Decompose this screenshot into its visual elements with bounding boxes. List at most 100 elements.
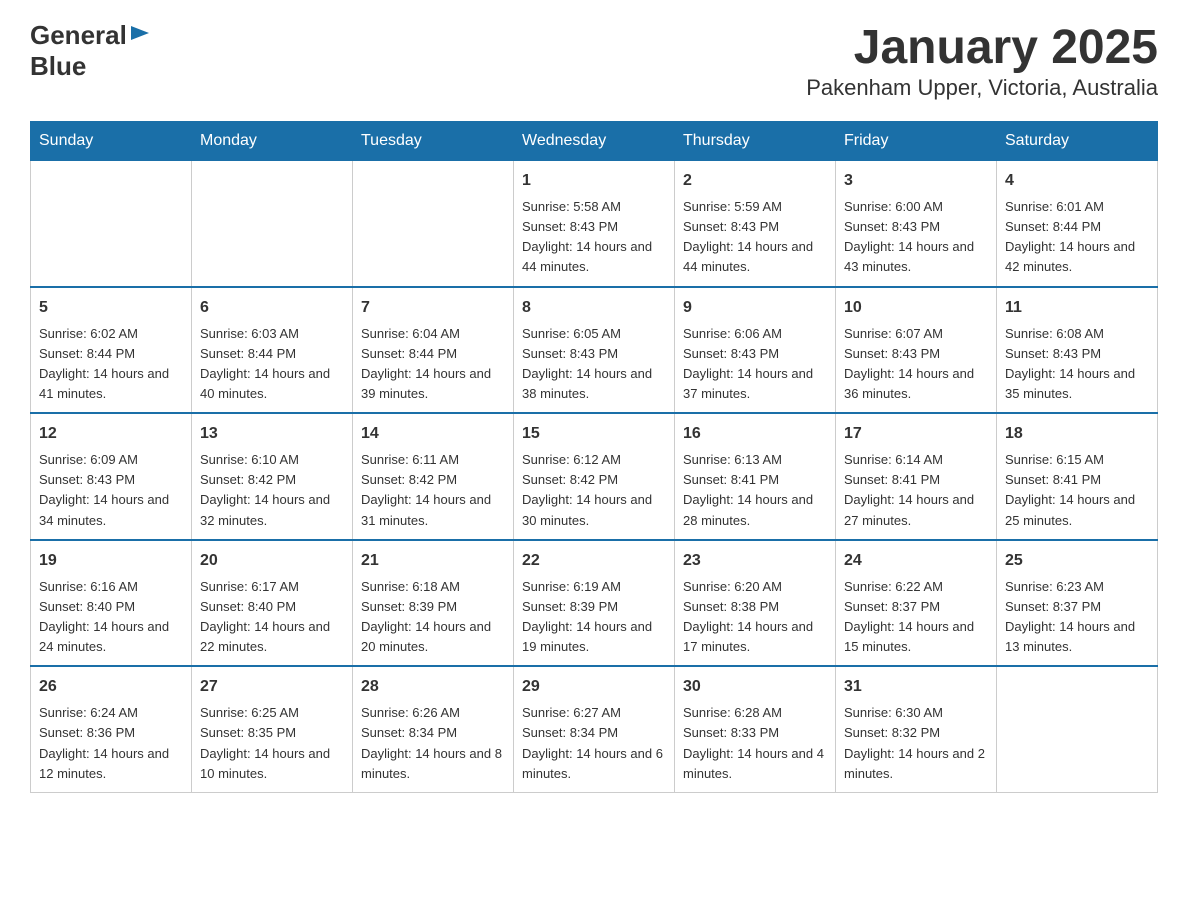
calendar-cell: 17 Sunrise: 6:14 AMSunset: 8:41 PMDayligh…	[836, 413, 997, 540]
header-row: SundayMondayTuesdayWednesdayThursdayFrid…	[31, 122, 1158, 161]
day-number: 19	[39, 549, 183, 573]
calendar-cell: 12 Sunrise: 6:09 AMSunset: 8:43 PMDayligh…	[31, 413, 192, 540]
day-number: 22	[522, 549, 666, 573]
day-number: 14	[361, 422, 505, 446]
day-info: Sunrise: 6:13 AMSunset: 8:41 PMDaylight:…	[683, 452, 813, 527]
day-number: 2	[683, 169, 827, 193]
day-number: 17	[844, 422, 988, 446]
day-info: Sunrise: 6:24 AMSunset: 8:36 PMDaylight:…	[39, 705, 169, 780]
header-cell-sunday: Sunday	[31, 122, 192, 161]
day-info: Sunrise: 6:00 AMSunset: 8:43 PMDaylight:…	[844, 199, 974, 274]
calendar-cell: 10 Sunrise: 6:07 AMSunset: 8:43 PMDayligh…	[836, 287, 997, 414]
day-info: Sunrise: 6:03 AMSunset: 8:44 PMDaylight:…	[200, 326, 330, 401]
calendar-cell: 14 Sunrise: 6:11 AMSunset: 8:42 PMDayligh…	[353, 413, 514, 540]
day-info: Sunrise: 6:20 AMSunset: 8:38 PMDaylight:…	[683, 579, 813, 654]
day-number: 4	[1005, 169, 1149, 193]
day-info: Sunrise: 5:59 AMSunset: 8:43 PMDaylight:…	[683, 199, 813, 274]
calendar-cell: 15 Sunrise: 6:12 AMSunset: 8:42 PMDayligh…	[514, 413, 675, 540]
week-row-4: 19 Sunrise: 6:16 AMSunset: 8:40 PMDayligh…	[31, 540, 1158, 667]
day-number: 29	[522, 675, 666, 699]
calendar-cell: 31Sunrise: 6:30 AMSunset: 8:32 PMDayligh…	[836, 666, 997, 792]
day-number: 3	[844, 169, 988, 193]
day-info: Sunrise: 6:16 AMSunset: 8:40 PMDaylight:…	[39, 579, 169, 654]
logo-general: General	[30, 20, 127, 51]
week-row-1: 1 Sunrise: 5:58 AMSunset: 8:43 PMDaylight…	[31, 161, 1158, 287]
day-info: Sunrise: 6:02 AMSunset: 8:44 PMDaylight:…	[39, 326, 169, 401]
calendar-cell: 7Sunrise: 6:04 AMSunset: 8:44 PMDaylight…	[353, 287, 514, 414]
day-info: Sunrise: 6:06 AMSunset: 8:43 PMDaylight:…	[683, 326, 813, 401]
day-number: 13	[200, 422, 344, 446]
day-info: Sunrise: 6:14 AMSunset: 8:41 PMDaylight:…	[844, 452, 974, 527]
day-info: Sunrise: 6:18 AMSunset: 8:39 PMDaylight:…	[361, 579, 491, 654]
day-info: Sunrise: 6:25 AMSunset: 8:35 PMDaylight:…	[200, 705, 330, 780]
calendar-cell: 20Sunrise: 6:17 AMSunset: 8:40 PMDayligh…	[192, 540, 353, 667]
day-number: 10	[844, 296, 988, 320]
calendar-cell	[997, 666, 1158, 792]
day-number: 31	[844, 675, 988, 699]
day-number: 23	[683, 549, 827, 573]
calendar-body: 1 Sunrise: 5:58 AMSunset: 8:43 PMDaylight…	[31, 161, 1158, 793]
title-block: January 2025 Pakenham Upper, Victoria, A…	[806, 20, 1158, 101]
day-info: Sunrise: 6:10 AMSunset: 8:42 PMDaylight:…	[200, 452, 330, 527]
day-number: 30	[683, 675, 827, 699]
header-cell-tuesday: Tuesday	[353, 122, 514, 161]
page-header: General Blue January 2025 Pakenham Upper…	[30, 20, 1158, 101]
calendar-cell: 27Sunrise: 6:25 AMSunset: 8:35 PMDayligh…	[192, 666, 353, 792]
day-info: Sunrise: 6:08 AMSunset: 8:43 PMDaylight:…	[1005, 326, 1135, 401]
day-number: 24	[844, 549, 988, 573]
day-number: 15	[522, 422, 666, 446]
header-cell-monday: Monday	[192, 122, 353, 161]
day-info: Sunrise: 6:12 AMSunset: 8:42 PMDaylight:…	[522, 452, 652, 527]
calendar-cell: 2 Sunrise: 5:59 AMSunset: 8:43 PMDaylight…	[675, 161, 836, 287]
calendar-cell: 3 Sunrise: 6:00 AMSunset: 8:43 PMDaylight…	[836, 161, 997, 287]
calendar-cell: 13 Sunrise: 6:10 AMSunset: 8:42 PMDayligh…	[192, 413, 353, 540]
day-number: 21	[361, 549, 505, 573]
calendar-cell: 18Sunrise: 6:15 AMSunset: 8:41 PMDayligh…	[997, 413, 1158, 540]
day-number: 12	[39, 422, 183, 446]
day-info: Sunrise: 6:28 AMSunset: 8:33 PMDaylight:…	[683, 705, 824, 780]
day-info: Sunrise: 5:58 AMSunset: 8:43 PMDaylight:…	[522, 199, 652, 274]
header-cell-friday: Friday	[836, 122, 997, 161]
day-info: Sunrise: 6:26 AMSunset: 8:34 PMDaylight:…	[361, 705, 502, 780]
day-info: Sunrise: 6:23 AMSunset: 8:37 PMDaylight:…	[1005, 579, 1135, 654]
header-cell-thursday: Thursday	[675, 122, 836, 161]
calendar-cell: 16 Sunrise: 6:13 AMSunset: 8:41 PMDayligh…	[675, 413, 836, 540]
day-info: Sunrise: 6:15 AMSunset: 8:41 PMDaylight:…	[1005, 452, 1135, 527]
calendar-cell	[31, 161, 192, 287]
page-subtitle: Pakenham Upper, Victoria, Australia	[806, 75, 1158, 101]
logo-blue: Blue	[30, 51, 86, 81]
calendar-cell: 30 Sunrise: 6:28 AMSunset: 8:33 PMDayligh…	[675, 666, 836, 792]
calendar-cell: 22Sunrise: 6:19 AMSunset: 8:39 PMDayligh…	[514, 540, 675, 667]
day-number: 5	[39, 296, 183, 320]
calendar-cell: 1 Sunrise: 5:58 AMSunset: 8:43 PMDaylight…	[514, 161, 675, 287]
day-number: 16	[683, 422, 827, 446]
header-cell-wednesday: Wednesday	[514, 122, 675, 161]
day-info: Sunrise: 6:27 AMSunset: 8:34 PMDaylight:…	[522, 705, 663, 780]
day-number: 25	[1005, 549, 1149, 573]
calendar-cell: 11Sunrise: 6:08 AMSunset: 8:43 PMDayligh…	[997, 287, 1158, 414]
day-info: Sunrise: 6:09 AMSunset: 8:43 PMDaylight:…	[39, 452, 169, 527]
day-info: Sunrise: 6:17 AMSunset: 8:40 PMDaylight:…	[200, 579, 330, 654]
calendar-cell: 26 Sunrise: 6:24 AMSunset: 8:36 PMDayligh…	[31, 666, 192, 792]
calendar-cell: 8 Sunrise: 6:05 AMSunset: 8:43 PMDaylight…	[514, 287, 675, 414]
page-title: January 2025	[806, 20, 1158, 75]
logo: General Blue	[30, 20, 151, 82]
calendar-cell: 23 Sunrise: 6:20 AMSunset: 8:38 PMDayligh…	[675, 540, 836, 667]
calendar-cell: 25 Sunrise: 6:23 AMSunset: 8:37 PMDayligh…	[997, 540, 1158, 667]
day-number: 1	[522, 169, 666, 193]
day-number: 7	[361, 296, 505, 320]
calendar-cell: 19 Sunrise: 6:16 AMSunset: 8:40 PMDayligh…	[31, 540, 192, 667]
calendar-cell	[353, 161, 514, 287]
calendar-cell	[192, 161, 353, 287]
day-info: Sunrise: 6:05 AMSunset: 8:43 PMDaylight:…	[522, 326, 652, 401]
day-info: Sunrise: 6:07 AMSunset: 8:43 PMDaylight:…	[844, 326, 974, 401]
day-info: Sunrise: 6:11 AMSunset: 8:42 PMDaylight:…	[361, 452, 491, 527]
day-number: 9	[683, 296, 827, 320]
calendar-cell: 4Sunrise: 6:01 AMSunset: 8:44 PMDaylight…	[997, 161, 1158, 287]
day-number: 6	[200, 296, 344, 320]
day-number: 8	[522, 296, 666, 320]
header-cell-saturday: Saturday	[997, 122, 1158, 161]
calendar-cell: 9 Sunrise: 6:06 AMSunset: 8:43 PMDaylight…	[675, 287, 836, 414]
day-number: 26	[39, 675, 183, 699]
calendar-cell: 6 Sunrise: 6:03 AMSunset: 8:44 PMDaylight…	[192, 287, 353, 414]
